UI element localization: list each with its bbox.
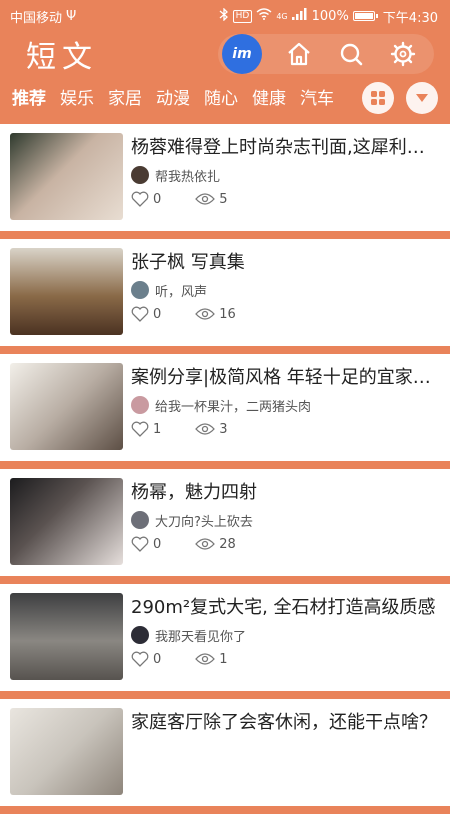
avatar [131, 166, 149, 184]
like-count: 1 [153, 421, 162, 437]
tab-recommend[interactable]: 推荐 [12, 84, 46, 113]
grid-icon [371, 91, 385, 105]
network-label: 4G [276, 11, 288, 21]
article-card[interactable]: 杨幂，魅力四射 大刀向?头上砍去 0 28 [0, 469, 450, 576]
home-button[interactable] [284, 39, 314, 69]
article-card[interactable]: 案例分享|极简风格 年轻十足的宜家设计 给我一杯果汁，二两猪头肉 1 3 [0, 354, 450, 461]
tab-auto[interactable]: 汽车 [300, 84, 334, 113]
gear-icon [390, 41, 416, 67]
category-tabs: 推荐 娱乐 家居 动漫 随心 健康 汽车 [0, 76, 450, 120]
avatar [131, 281, 149, 299]
search-button[interactable] [336, 39, 366, 69]
chevron-down-icon [416, 94, 428, 102]
heart-icon [131, 306, 149, 322]
avatar [131, 396, 149, 414]
eye-icon [195, 423, 216, 435]
like-stat[interactable]: 0 [131, 651, 161, 667]
carrier-label: 中国移动 [10, 10, 63, 26]
tab-health[interactable]: 健康 [252, 84, 286, 113]
settings-button[interactable] [388, 39, 418, 69]
tab-casual[interactable]: 随心 [204, 84, 238, 113]
heart-icon [131, 421, 149, 437]
heart-icon [131, 651, 149, 667]
home-icon [288, 42, 310, 66]
article-card[interactable]: 张子枫 写真集 听，风声 0 16 [0, 239, 450, 346]
article-title: 张子枫 写真集 [131, 252, 245, 273]
avatar [131, 626, 149, 644]
bluetooth-icon [219, 6, 229, 25]
search-icon [340, 43, 363, 66]
article-title: 案例分享|极简风格 年轻十足的宜家设计 [131, 367, 440, 388]
avatar [131, 511, 149, 529]
tab-home-decor[interactable]: 家居 [108, 84, 142, 113]
heart-icon [131, 536, 149, 552]
like-stat[interactable]: 0 [131, 536, 161, 552]
im-app-button[interactable]: im [222, 34, 262, 74]
article-thumbnail [10, 478, 123, 565]
view-count: 1 [219, 651, 228, 667]
view-stat: 28 [195, 537, 236, 552]
view-count: 16 [219, 306, 236, 322]
signal-icon [291, 8, 308, 24]
article-thumbnail [10, 133, 123, 220]
clock: 下午4:30 [382, 10, 438, 26]
like-stat[interactable]: 0 [131, 306, 161, 322]
view-count: 3 [219, 421, 228, 437]
usb-icon: Ψ [66, 8, 77, 24]
article-card[interactable]: 杨蓉难得登上时尚杂志刊面,这犀利眼神... 帮我热依扎 0 5 [0, 124, 450, 231]
article-author: 听，风声 [155, 284, 208, 300]
view-count: 28 [219, 536, 236, 552]
hd-badge: HD [232, 9, 253, 23]
eye-icon [195, 653, 216, 665]
heart-icon [131, 191, 149, 207]
article-title: 杨蓉难得登上时尚杂志刊面,这犀利眼神... [131, 137, 440, 158]
article-thumbnail [10, 708, 123, 795]
view-stat: 16 [195, 307, 236, 322]
like-count: 0 [153, 306, 162, 322]
view-count: 5 [219, 191, 228, 207]
article-card[interactable]: 家庭客厅除了会客休闲，还能干点啥？ [0, 699, 450, 806]
eye-icon [195, 308, 216, 320]
top-bar: 短文 im [0, 32, 450, 76]
view-stat: 1 [195, 651, 228, 667]
article-thumbnail [10, 363, 123, 450]
article-author: 给我一杯果汁，二两猪头肉 [155, 399, 312, 415]
article-thumbnail [10, 248, 123, 335]
article-title: 杨幂，魅力四射 [131, 482, 257, 503]
eye-icon [195, 193, 216, 205]
like-count: 0 [153, 536, 162, 552]
wifi-icon [256, 8, 272, 24]
app-logo: 短文 [26, 40, 98, 75]
article-card[interactable]: 290m²复式大宅, 全石材打造高级质感 我那天看见你了 0 1 [0, 584, 450, 691]
article-author: 我那天看见你了 [155, 629, 247, 645]
eye-icon [195, 538, 216, 550]
category-grid-button[interactable] [362, 82, 394, 114]
article-title: 家庭客厅除了会客休闲，还能干点啥？ [131, 712, 437, 733]
like-count: 0 [153, 191, 162, 207]
like-stat[interactable]: 1 [131, 421, 161, 437]
like-stat[interactable]: 0 [131, 191, 161, 207]
battery-icon [352, 11, 378, 21]
view-stat: 5 [195, 191, 228, 207]
battery-percent: 100% [311, 8, 349, 24]
tabs-dropdown-button[interactable] [406, 82, 438, 114]
article-thumbnail [10, 593, 123, 680]
tab-entertainment[interactable]: 娱乐 [60, 84, 94, 113]
article-author: 大刀向?头上砍去 [155, 514, 253, 530]
article-feed: 杨蓉难得登上时尚杂志刊面,这犀利眼神... 帮我热依扎 0 5 张子枫 写真集 [0, 124, 450, 814]
view-stat: 3 [195, 421, 228, 437]
status-bar: 中国移动 Ψ HD 4G 100% 下午4:30 [0, 0, 450, 32]
header-actions: im [218, 34, 434, 74]
article-title: 290m²复式大宅, 全石材打造高级质感 [131, 597, 436, 618]
article-author: 帮我热依扎 [155, 169, 221, 185]
tab-anime[interactable]: 动漫 [156, 84, 190, 113]
im-label: im [232, 46, 252, 62]
like-count: 0 [153, 651, 162, 667]
